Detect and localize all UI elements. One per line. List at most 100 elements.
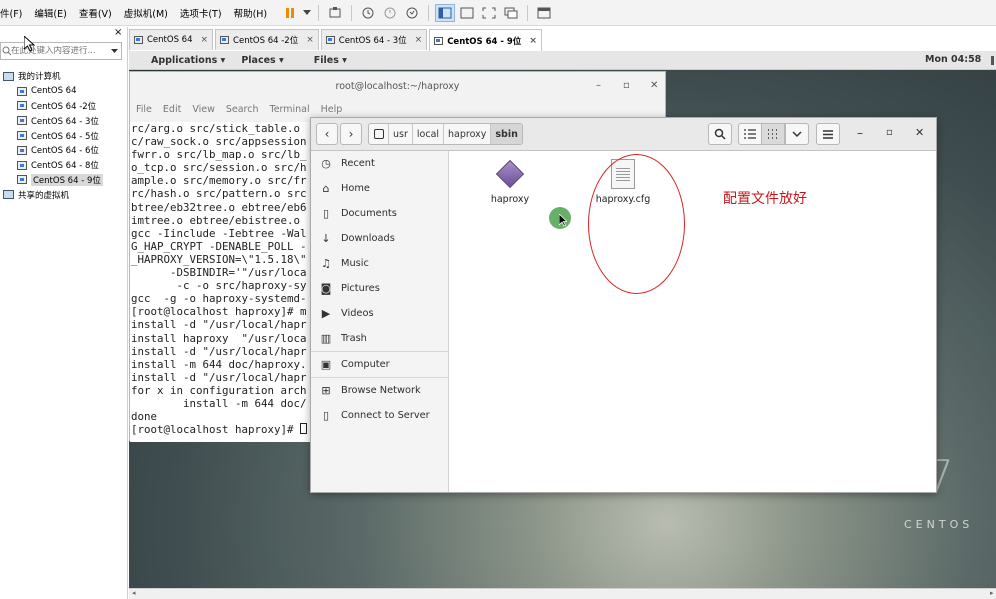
chevron-left-icon: ‹	[324, 127, 330, 141]
menu-tabs[interactable]: 选项卡(T)	[174, 6, 228, 20]
guest-desktop[interactable]: Applications ▾ Places ▾ Files ▾ Mon 04:5…	[129, 51, 996, 588]
terminal-menu-file[interactable]: File	[136, 104, 152, 115]
places-menu[interactable]: Places ▾	[233, 55, 291, 66]
revert-snapshot-icon[interactable]	[380, 4, 400, 22]
library-close-icon[interactable]: ×	[114, 27, 122, 38]
thumbnail-view-icon[interactable]	[534, 4, 554, 22]
vm-tab-active[interactable]: CentOS 64 - 9位 ×	[429, 29, 542, 51]
vm-icon	[17, 160, 27, 170]
pause-icon[interactable]	[280, 4, 300, 22]
sidebar-item-music[interactable]: ♫ Music	[311, 251, 448, 276]
files-headerbar[interactable]: ‹ › usr local haproxy sbin – ▫ ✕	[311, 118, 936, 151]
vm-tab-bar: CentOS 64 × CentOS 64 -2位 × CentOS 64 - 3位…	[129, 29, 544, 51]
tree-my-computer[interactable]: 我的计算机	[3, 69, 103, 84]
menu-vm[interactable]: 虚拟机(M)	[118, 6, 174, 20]
sidebar-item-browse-network[interactable]: ⊞ Browse Network	[311, 378, 448, 403]
grid-view-button[interactable]	[761, 123, 785, 145]
sidebar-item-pictures[interactable]: ◙ Pictures	[311, 276, 448, 301]
grid-view-icon	[768, 129, 777, 139]
snapshot-icon[interactable]	[358, 4, 378, 22]
terminal-title: root@localhost:~/haproxy	[335, 81, 460, 92]
system-menu-icon[interactable]	[991, 56, 994, 65]
terminal-menu-view[interactable]: View	[192, 104, 215, 115]
unity-icon[interactable]	[501, 4, 521, 22]
library-search-box[interactable]	[0, 42, 122, 60]
search-button[interactable]	[708, 123, 732, 145]
menu-file[interactable]: 件(F)	[0, 6, 28, 20]
back-button[interactable]: ‹	[316, 123, 338, 145]
console-view-icon[interactable]	[457, 4, 477, 22]
applications-menu[interactable]: Applications ▾	[129, 55, 233, 66]
list-view-button[interactable]	[738, 123, 762, 145]
tree-vm-item[interactable]: CentOS 64	[3, 84, 103, 99]
path-root-button[interactable]	[369, 124, 389, 144]
path-crumb[interactable]: local	[413, 124, 445, 144]
sidebar-item-connect-server[interactable]: ▯ Connect to Server	[311, 403, 448, 428]
harddisk-icon	[373, 129, 384, 139]
send-keys-icon[interactable]	[325, 4, 345, 22]
path-crumb[interactable]: haproxy	[444, 124, 492, 144]
path-crumb-current[interactable]: sbin	[491, 124, 522, 144]
sidebar-item-home[interactable]: ⌂ Home	[311, 176, 448, 201]
minimize-icon[interactable]: –	[857, 126, 863, 140]
terminal-menu-edit[interactable]: Edit	[163, 104, 181, 115]
file-item-haproxy[interactable]: haproxy	[470, 159, 550, 205]
vm-icon	[17, 175, 27, 185]
tree-vm-item[interactable]: CentOS 64 - 5位	[3, 128, 103, 143]
close-icon[interactable]: ×	[529, 36, 537, 46]
file-name: haproxy	[490, 194, 530, 205]
files-app-menu[interactable]: Files ▾	[292, 55, 355, 66]
close-icon[interactable]: ×	[201, 35, 209, 45]
download-icon: ↓	[321, 232, 331, 245]
sidebar-item-documents[interactable]: ▯ Documents	[311, 201, 448, 226]
computer-icon	[3, 71, 14, 81]
tree-vm-item-selected[interactable]: CentOS 64 - 9位	[3, 173, 103, 188]
vm-tab[interactable]: CentOS 64 -2位 ×	[215, 29, 319, 50]
sidebar-item-computer[interactable]: ▣ Computer	[311, 352, 448, 377]
scroll-left-icon[interactable]: ◂	[132, 589, 136, 597]
terminal-titlebar[interactable]: root@localhost:~/haproxy – ▫ ✕	[130, 72, 665, 101]
menu-edit[interactable]: 编辑(E)	[28, 6, 72, 20]
menu-help[interactable]: 帮助(H)	[228, 6, 274, 20]
vm-tab[interactable]: CentOS 64 - 3位 ×	[320, 29, 428, 50]
trash-icon: ▥	[320, 332, 332, 345]
terminal-menu-search[interactable]: Search	[226, 104, 259, 115]
files-window[interactable]: ‹ › usr local haproxy sbin – ▫ ✕ ◷ Recen…	[310, 117, 937, 493]
clock[interactable]: Mon 04:58	[925, 54, 981, 65]
terminal-menubar: File Edit View Search Terminal Help	[130, 101, 665, 117]
scroll-right-icon[interactable]: ▸	[990, 589, 994, 597]
sidebar-item-videos[interactable]: ▶ Videos	[311, 301, 448, 326]
annotation-text: 配置文件放好	[723, 191, 807, 207]
tree-vm-item[interactable]: CentOS 64 - 8位	[3, 158, 103, 173]
file-view[interactable]: haproxy haproxy.cfg	[450, 151, 936, 492]
menu-button[interactable]	[816, 123, 840, 145]
tree-vm-item[interactable]: CentOS 64 - 3位	[3, 113, 103, 128]
chevron-down-icon[interactable]	[111, 49, 118, 54]
sidebar-item-trash[interactable]: ▥ Trash	[311, 326, 448, 351]
fullscreen-icon[interactable]	[479, 4, 499, 22]
close-icon[interactable]: ✕	[650, 80, 658, 91]
chevron-down-icon[interactable]	[302, 4, 312, 22]
tree-vm-item[interactable]: CentOS 64 -2位	[3, 99, 103, 114]
minimize-icon[interactable]: –	[596, 80, 601, 91]
library-view-icon[interactable]	[435, 3, 456, 22]
library-search-input[interactable]	[1, 46, 101, 56]
path-crumb[interactable]: usr	[389, 124, 413, 144]
terminal-menu-terminal[interactable]: Terminal	[270, 104, 310, 115]
sidebar-item-downloads[interactable]: ↓ Downloads	[311, 226, 448, 251]
menu-view[interactable]: 查看(V)	[73, 6, 118, 20]
tree-vm-item[interactable]: CentOS 64 - 6位	[3, 143, 103, 158]
forward-button[interactable]: ›	[340, 123, 362, 145]
terminal-menu-help[interactable]: Help	[321, 104, 343, 115]
maximize-icon[interactable]: ▫	[886, 127, 893, 138]
close-icon[interactable]: ×	[415, 35, 423, 45]
snapshot-manager-icon[interactable]	[402, 4, 422, 22]
vm-tab[interactable]: CentOS 64 ×	[129, 29, 214, 50]
sidebar-item-recent[interactable]: ◷ Recent	[311, 151, 448, 176]
view-options-button[interactable]	[785, 123, 809, 145]
close-icon[interactable]: ×	[306, 35, 314, 45]
maximize-icon[interactable]: ▫	[623, 80, 630, 91]
close-icon[interactable]: ✕	[915, 126, 924, 139]
tree-shared-vms[interactable]: 共享的虚拟机	[3, 187, 103, 202]
places-sidebar: ◷ Recent ⌂ Home ▯ Documents ↓ Downloads ♫ Mus…	[311, 151, 449, 492]
